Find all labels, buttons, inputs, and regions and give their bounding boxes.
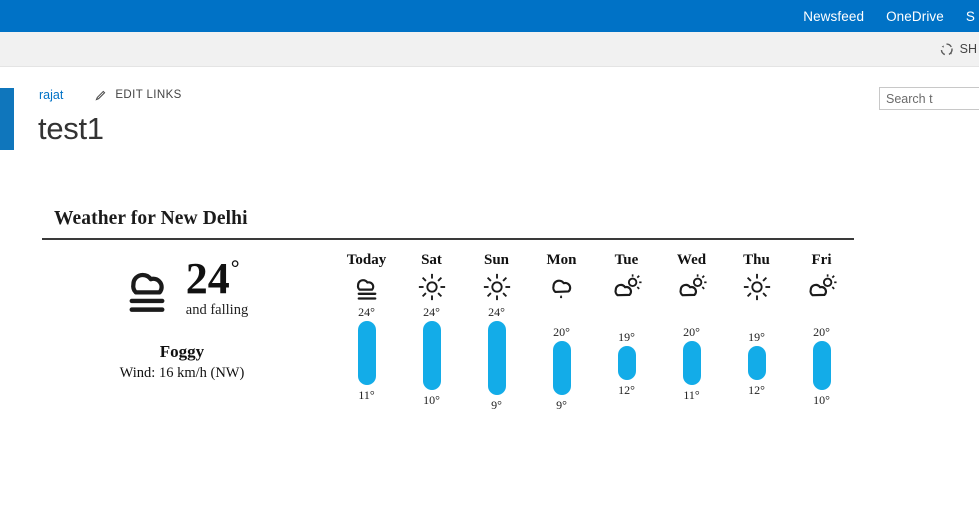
partly-cloudy-icon [807,272,837,302]
sunny-icon [742,272,772,302]
partly-cloudy-icon [677,272,707,302]
current-temperature-row: 24 ° [185,254,248,303]
forecast-temperature-bar [747,345,766,381]
forecast-bar-area: 24° 10° [399,304,464,412]
current-degree-symbol: ° [230,255,240,280]
current-conditions: 24 ° and falling Foggy Wind: 16 km/h (NW… [42,252,322,382]
forecast-day: Sat 24° 10° [399,252,464,417]
weather-title: Weather for New Delhi [54,208,248,229]
forecast-day-name: Tue [614,252,639,268]
forecast-day: Today 24° 11° [334,252,399,417]
forecast-bar-area: 19° 12° [724,304,789,412]
forecast-temperature-bar [812,340,831,391]
edit-links-label: EDIT LINKS [115,89,182,101]
pencil-icon [95,90,106,101]
forecast-day: Wed 20° 11° [659,252,724,417]
forecast-day-name: Fri [811,252,832,268]
suitelink-newsfeed[interactable]: Newsfeed [803,9,864,24]
current-wind: Wind: 16 km/h (NW) [119,365,245,381]
forecast-high: 24° [423,305,440,319]
edit-links-button[interactable]: EDIT LINKS [94,89,181,102]
forecast-day-name: Today [346,252,387,268]
forecast-high: 20° [553,324,570,339]
current-temp-block: 24 ° and falling [185,254,249,319]
forecast-bar-area: 20° 10° [789,304,854,412]
forecast-low: 12° [748,383,765,398]
site-accent-bar [0,88,14,150]
weather-webpart: Weather for New Delhi 24 ° and falling F… [42,208,854,417]
forecast-high: 20° [683,324,700,339]
forecast-low: 9° [491,398,502,412]
search-input[interactable] [880,88,979,109]
ribbon-bar: SH [0,32,979,67]
forecast-strip: Today 24° 11° Sat 24° 10° Sun 24° 9° Mon 20° 9° Tue 1… [322,252,854,417]
forecast-day-name: Sun [483,252,510,268]
forecast-day-name: Wed [676,252,707,268]
suite-links: Newsfeed OneDrive S [803,9,979,24]
forecast-temperature-bar [682,340,701,386]
forecast-low: 11° [683,388,700,403]
forecast-high: 24° [358,305,375,319]
page-header: rajat EDIT LINKS test1 [0,67,979,157]
suite-bar: Newsfeed OneDrive S [0,0,979,32]
forecast-low: 10° [423,393,440,408]
forecast-day-name: Mon [546,252,577,268]
forecast-bar-area: 24° 11° [334,304,399,412]
forecast-high: 20° [813,324,830,339]
forecast-day: Mon 20° 9° [529,252,594,417]
fog-icon [129,272,165,312]
partly-cloudy-icon [612,272,642,302]
forecast-day-name: Sat [421,252,442,268]
search-box[interactable] [879,87,979,110]
current-condition: Foggy [159,342,205,361]
forecast-bar-area: 19° 12° [594,304,659,412]
forecast-low: 12° [618,383,635,398]
sunny-icon [417,272,447,302]
forecast-high: 24° [488,305,505,319]
forecast-day: Fri 20° 10° [789,252,854,417]
breadcrumb-link-rajat[interactable]: rajat [39,88,63,102]
suitelink-sites[interactable]: S [966,9,975,24]
weather-body: 24 ° and falling Foggy Wind: 16 km/h (NW… [42,252,854,417]
forecast-temperature-bar [422,321,441,391]
forecast-high: 19° [748,329,765,344]
sync-icon [940,42,953,55]
forecast-low: 10° [813,393,830,408]
current-main-row: 24 ° and falling [42,254,322,320]
rain-cloud-icon [547,272,577,302]
forecast-temperature-bar [487,321,506,395]
share-button[interactable]: SH [939,42,979,57]
forecast-day: Thu 19° 12° [724,252,789,417]
share-label: SH [959,42,977,56]
forecast-temperature-bar [617,345,636,381]
forecast-temperature-bar [357,321,376,386]
current-temperature: 24 [185,254,230,303]
forecast-bar-area: 20° 9° [529,304,594,412]
sunny-icon [482,272,512,302]
forecast-low: 9° [556,398,567,412]
fog-icon [352,272,382,302]
forecast-temperature-bar [552,340,571,395]
forecast-day: Tue 19° 12° [594,252,659,417]
suitelink-onedrive[interactable]: OneDrive [886,9,944,24]
weather-divider [42,238,854,240]
forecast-low: 11° [358,388,375,403]
forecast-day-name: Thu [743,252,770,268]
page-title: test1 [38,111,104,146]
forecast-bar-area: 20° 11° [659,304,724,412]
breadcrumb: rajat EDIT LINKS [39,88,182,102]
forecast-bar-area: 24° 9° [464,304,529,412]
forecast-day: Sun 24° 9° [464,252,529,417]
forecast-high: 19° [618,329,635,344]
current-trend: and falling [185,302,249,318]
